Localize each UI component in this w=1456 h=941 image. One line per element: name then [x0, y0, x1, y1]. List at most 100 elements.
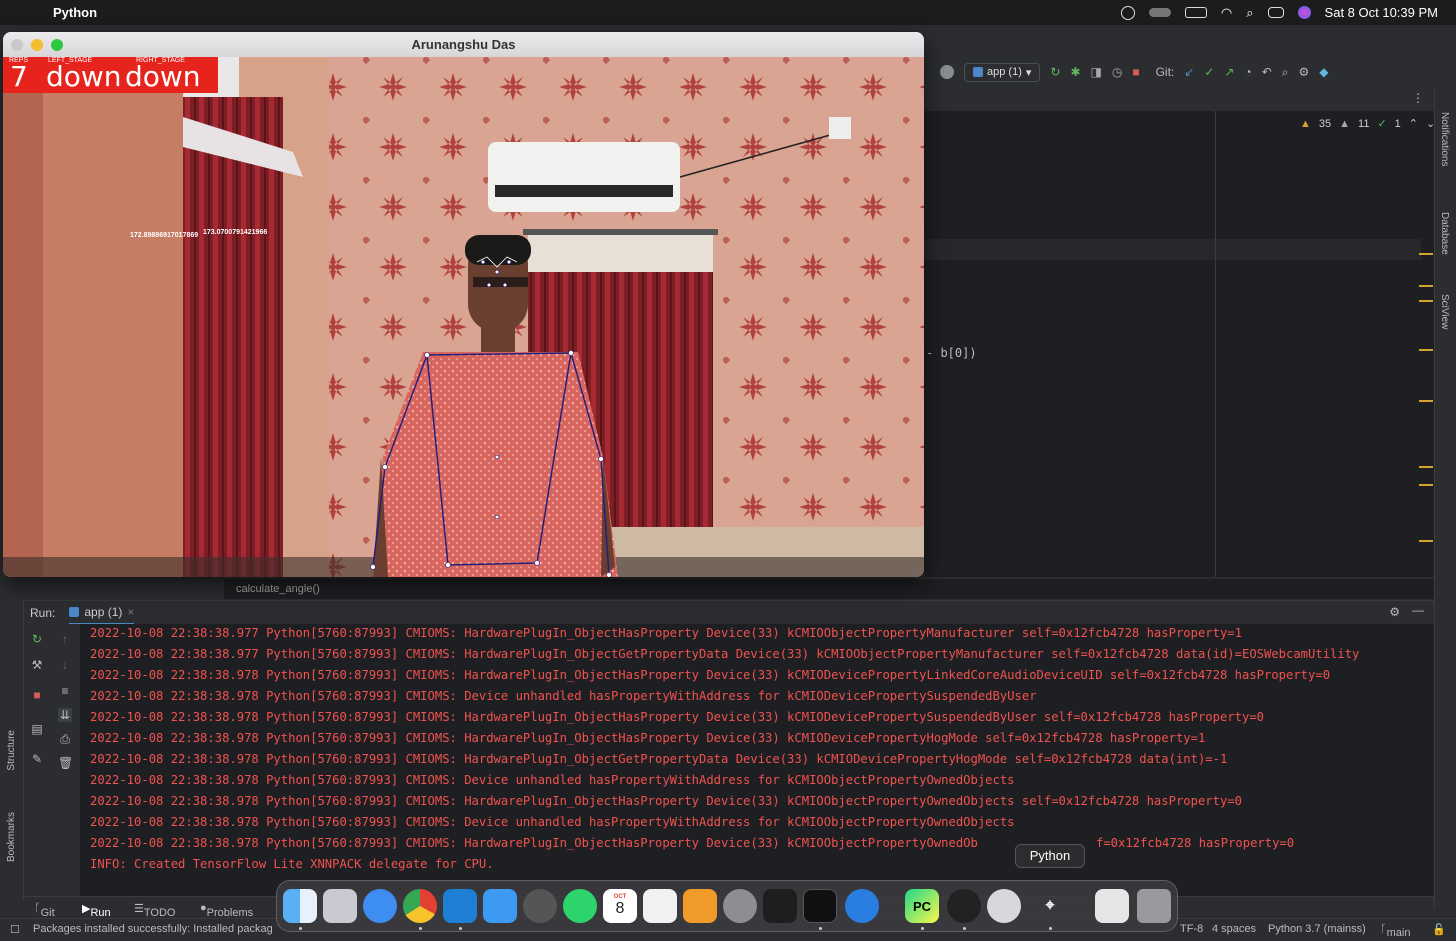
- system-preferences-icon[interactable]: [723, 889, 757, 923]
- error-stripe-mark[interactable]: [1419, 253, 1433, 255]
- rerun-icon[interactable]: ↻: [1050, 65, 1060, 79]
- coverage-icon[interactable]: ◨: [1091, 65, 1102, 79]
- rollback-icon[interactable]: ↶: [1262, 65, 1272, 79]
- settings-icon[interactable]: ⚙: [1299, 65, 1310, 79]
- trash-icon[interactable]: [1137, 889, 1171, 923]
- quicktime-icon[interactable]: [987, 889, 1021, 923]
- textedit-icon[interactable]: [643, 889, 677, 923]
- activity-monitor-icon[interactable]: [763, 889, 797, 923]
- active-app-name[interactable]: Python: [53, 5, 97, 20]
- error-stripe-mark[interactable]: [1419, 484, 1433, 486]
- dock-tooltip: Python: [1015, 844, 1085, 868]
- encoding[interactable]: TF-8: [1180, 923, 1203, 935]
- stop-icon[interactable]: ■: [30, 688, 44, 702]
- git-push-icon[interactable]: ↗: [1224, 65, 1234, 79]
- python-icon: [69, 606, 80, 617]
- status-toggle-icon[interactable]: ☐: [10, 923, 20, 936]
- trash-icon[interactable]: 🗑: [58, 756, 73, 770]
- git-update-icon[interactable]: ↙: [1184, 65, 1194, 79]
- wifi-icon[interactable]: ◠: [1221, 5, 1232, 21]
- chrome-icon[interactable]: [403, 889, 437, 923]
- down-icon[interactable]: ↓: [58, 658, 72, 672]
- run-config-label: app (1): [987, 66, 1022, 78]
- soft-wrap-icon[interactable]: ≡: [58, 684, 72, 698]
- camera-window[interactable]: Arunangshu Das REPS LEFT_STAGE RIGHT_STA…: [3, 32, 924, 577]
- bookmarks-tab[interactable]: Bookmarks: [6, 812, 17, 862]
- pin-icon[interactable]: ✎: [30, 752, 44, 766]
- structure-tab[interactable]: Structure: [6, 730, 17, 771]
- indent-setting[interactable]: 4 spaces: [1212, 923, 1256, 935]
- close-button[interactable]: [11, 39, 23, 51]
- layout-icon[interactable]: ▤: [30, 722, 44, 736]
- wrench-icon[interactable]: ⚒: [30, 658, 44, 672]
- search-everywhere-icon[interactable]: ⌕: [1282, 65, 1289, 80]
- error-stripe-mark[interactable]: [1419, 349, 1433, 351]
- error-stripe-mark[interactable]: [1419, 300, 1433, 302]
- minimize-button[interactable]: [31, 39, 43, 51]
- mail-icon[interactable]: [483, 889, 517, 923]
- rerun-icon[interactable]: ↻: [30, 632, 44, 646]
- launchpad-icon[interactable]: [323, 889, 357, 923]
- up-icon[interactable]: ↑: [58, 632, 72, 646]
- zoom-button[interactable]: [51, 39, 63, 51]
- tableplus-icon[interactable]: [523, 889, 557, 923]
- code-editor[interactable]: [924, 111, 1434, 577]
- lock-icon[interactable]: 🔓: [1432, 923, 1446, 936]
- menu-clock[interactable]: Sat 8 Oct 10:39 PM: [1325, 5, 1438, 20]
- teamviewer-icon[interactable]: [845, 889, 879, 923]
- minimize-icon[interactable]: —: [1412, 603, 1424, 617]
- debug-icon[interactable]: ✱: [1070, 65, 1080, 79]
- print-icon[interactable]: ⎙: [58, 732, 72, 746]
- run-configuration-select[interactable]: app (1) ▾: [964, 62, 1041, 82]
- sciview-tab[interactable]: SciView: [1439, 294, 1450, 329]
- plugin-icon[interactable]: ◆: [1319, 65, 1328, 79]
- gear-icon[interactable]: ⚙: [1389, 605, 1400, 619]
- safari-icon[interactable]: [363, 889, 397, 923]
- close-icon[interactable]: ×: [127, 605, 134, 619]
- git-branch[interactable]: ᚴ main: [1380, 923, 1410, 939]
- scroll-to-end-icon[interactable]: ⇊: [58, 708, 72, 722]
- pycharm-icon[interactable]: PC: [905, 889, 939, 923]
- whatsapp-icon[interactable]: [563, 889, 597, 923]
- calendar-icon[interactable]: OCT 8: [603, 889, 637, 923]
- database-tab[interactable]: Database: [1439, 212, 1450, 255]
- warning-icon: ▲: [1300, 117, 1311, 130]
- git-tool-tab[interactable]: ᚴ Git: [34, 902, 55, 919]
- inspection-widget[interactable]: ▲ 35 ▲ 11 ✓ 1 ⌃ ⌄: [1300, 117, 1435, 131]
- todo-tool-tab[interactable]: ☰ TODO: [134, 902, 175, 919]
- python-launcher-icon[interactable]: ⌖: [1033, 889, 1067, 923]
- profile-icon[interactable]: ◷: [1112, 65, 1122, 79]
- run-tool-tab[interactable]: ▶ Run: [82, 902, 111, 919]
- interpreter[interactable]: Python 3.7 (mainss): [1268, 923, 1366, 935]
- siri-icon[interactable]: [1297, 6, 1311, 19]
- sublime-icon[interactable]: [683, 889, 717, 923]
- user-icon[interactable]: [940, 65, 954, 79]
- vscode-icon[interactable]: [443, 889, 477, 923]
- documents-folder-icon[interactable]: [1095, 889, 1129, 923]
- search-icon[interactable]: ⌕: [1246, 5, 1253, 21]
- error-stripe-mark[interactable]: [1419, 400, 1433, 402]
- chevron-up-icon[interactable]: ⌃: [1409, 117, 1418, 130]
- run-tab[interactable]: app (1) ×: [69, 601, 135, 625]
- run-console[interactable]: 2022-10-08 22:38:38.977 Python[5760:8799…: [80, 624, 1434, 896]
- git-commit-icon[interactable]: ✓: [1204, 65, 1214, 79]
- sync-icon[interactable]: [1120, 5, 1135, 20]
- problems-tool-tab[interactable]: ● Problems: [200, 902, 253, 919]
- camera-window-titlebar[interactable]: Arunangshu Das: [3, 32, 924, 57]
- battery-icon[interactable]: [1184, 7, 1207, 18]
- status-message[interactable]: Packages installed successfully: Install…: [33, 923, 273, 935]
- breadcrumb[interactable]: calculate_angle(): [224, 579, 1434, 599]
- error-stripe-mark[interactable]: [1419, 285, 1433, 287]
- running-indicator: [921, 927, 924, 930]
- control-center-icon[interactable]: [1267, 7, 1284, 18]
- more-icon[interactable]: ⋮: [1412, 91, 1424, 105]
- history-icon[interactable]: ◔: [1244, 65, 1251, 79]
- cloud-icon[interactable]: [1148, 8, 1171, 17]
- stop-icon[interactable]: ■: [1132, 65, 1139, 79]
- notifications-tab[interactable]: Notifications: [1439, 112, 1450, 166]
- obs-icon[interactable]: [947, 889, 981, 923]
- error-stripe-mark[interactable]: [1419, 466, 1433, 468]
- terminal-icon[interactable]: [803, 889, 837, 923]
- finder-icon[interactable]: [283, 889, 317, 923]
- error-stripe-mark[interactable]: [1419, 540, 1433, 542]
